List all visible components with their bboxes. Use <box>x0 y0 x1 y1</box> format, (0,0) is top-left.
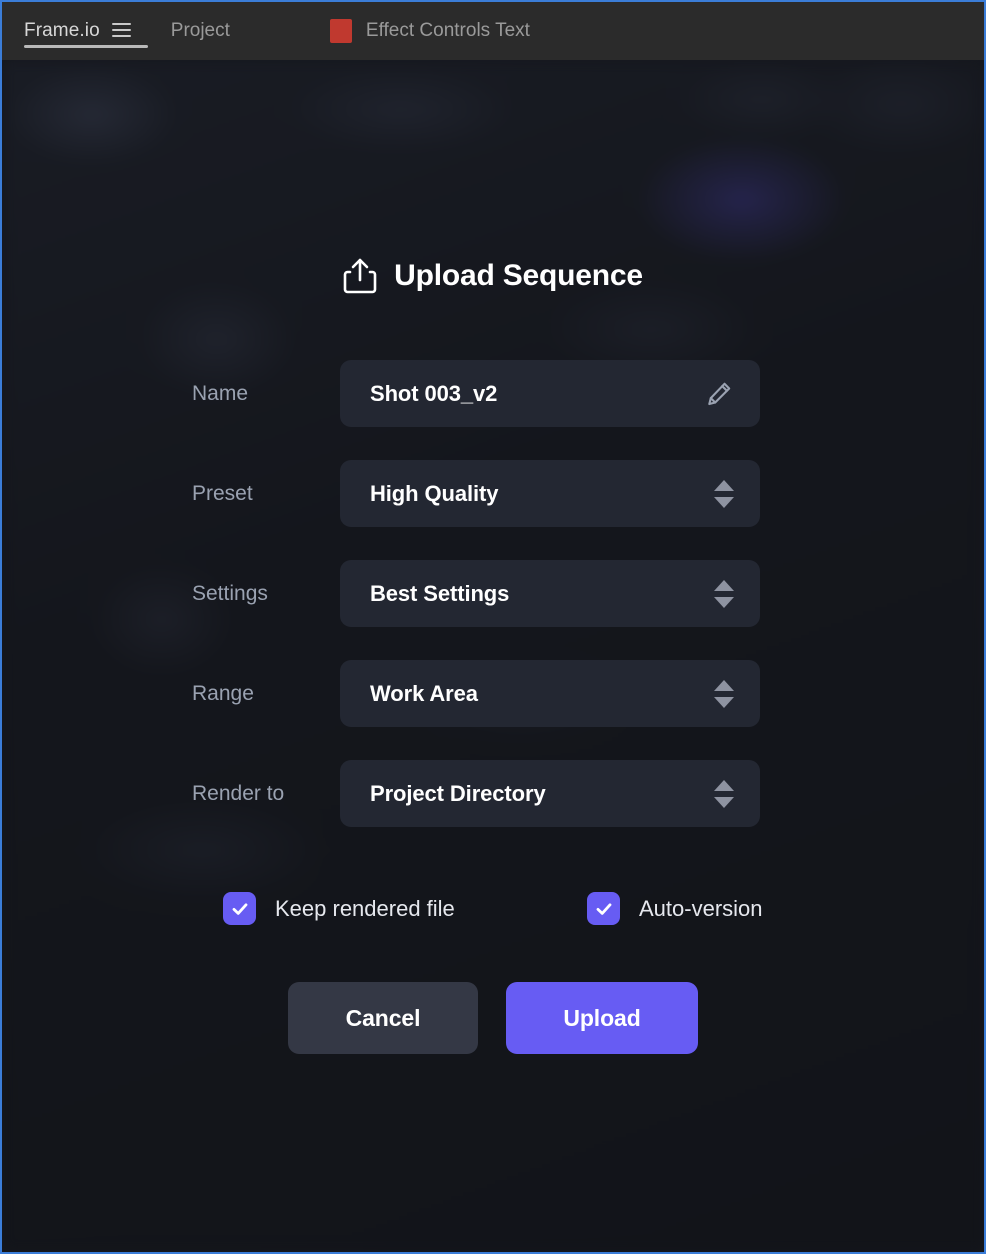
stepper-arrows-icon[interactable] <box>712 579 736 608</box>
tab-frameio[interactable]: Frame.io <box>2 2 148 60</box>
label-render-to: Render to <box>192 781 285 805</box>
tab-active-underline <box>24 45 148 48</box>
chevron-down-icon[interactable] <box>714 696 734 708</box>
form-row-range: Range Work Area <box>2 660 984 727</box>
range-select[interactable]: Work Area <box>340 660 760 727</box>
chevron-up-icon[interactable] <box>714 679 734 691</box>
dialog-title-label: Upload Sequence <box>394 259 643 292</box>
tab-effect-controls-label: Effect Controls Text <box>365 20 530 41</box>
tab-bar: Frame.io Project Effect Controls Text <box>2 2 984 60</box>
render-to-select-value: Project Directory <box>370 780 546 806</box>
stepper-arrows-icon[interactable] <box>712 679 736 708</box>
stepper-arrows-icon[interactable] <box>712 779 736 808</box>
checkbox-checked-icon[interactable] <box>223 892 256 925</box>
pencil-edit-icon[interactable] <box>702 377 736 411</box>
checkbox-checked-icon[interactable] <box>587 892 620 925</box>
form-row-name: Name Shot 003_v2 <box>2 360 984 427</box>
label-range: Range <box>192 681 254 705</box>
upload-button[interactable]: Upload <box>506 982 698 1054</box>
tab-project[interactable]: Project <box>145 2 256 60</box>
preset-select-value: High Quality <box>370 480 499 506</box>
name-input-value: Shot 003_v2 <box>370 380 498 406</box>
preset-select[interactable]: High Quality <box>340 460 760 527</box>
checkbox-row: Keep rendered file Auto-version <box>2 892 984 932</box>
name-input[interactable]: Shot 003_v2 <box>340 360 760 427</box>
settings-select-value: Best Settings <box>370 580 510 606</box>
tab-frameio-label: Frame.io <box>24 20 100 41</box>
form-row-render-to: Render to Project Directory <box>2 760 984 827</box>
chevron-down-icon[interactable] <box>714 796 734 808</box>
checkbox-keep-rendered-file-label: Keep rendered file <box>275 895 455 921</box>
dialog-title: Upload Sequence <box>2 257 984 295</box>
label-name: Name <box>192 381 249 405</box>
checkbox-auto-version[interactable]: Auto-version <box>587 892 763 925</box>
form-row-preset: Preset High Quality <box>2 460 984 527</box>
tab-project-label: Project <box>170 20 230 41</box>
chevron-up-icon[interactable] <box>714 479 734 491</box>
checkbox-auto-version-label: Auto-version <box>639 895 763 921</box>
stepper-arrows-icon[interactable] <box>712 479 736 508</box>
render-to-select[interactable]: Project Directory <box>340 760 760 827</box>
upload-sequence-dialog: Upload Sequence Name Shot 003_v2 Preset <box>2 60 984 1252</box>
settings-select[interactable]: Best Settings <box>340 560 760 627</box>
range-select-value: Work Area <box>370 680 478 706</box>
tab-group-left: Frame.io Project Effect Controls Text <box>2 2 550 60</box>
checkbox-keep-rendered-file[interactable]: Keep rendered file <box>223 892 455 925</box>
app-window: Frame.io Project Effect Controls Text Up… <box>0 0 986 1254</box>
cancel-button[interactable]: Cancel <box>288 982 478 1054</box>
chevron-down-icon[interactable] <box>714 496 734 508</box>
chevron-down-icon[interactable] <box>714 596 734 608</box>
upload-share-icon <box>343 257 377 295</box>
form-row-settings: Settings Best Settings <box>2 560 984 627</box>
dialog-button-row: Cancel Upload <box>2 982 984 1054</box>
label-preset: Preset <box>192 481 253 505</box>
hamburger-menu-icon[interactable] <box>111 23 131 37</box>
color-swatch-icon <box>329 19 352 43</box>
label-settings: Settings <box>192 581 268 605</box>
tab-effect-controls-text[interactable]: Effect Controls Text <box>310 2 550 60</box>
chevron-up-icon[interactable] <box>714 579 734 591</box>
chevron-up-icon[interactable] <box>714 779 734 791</box>
